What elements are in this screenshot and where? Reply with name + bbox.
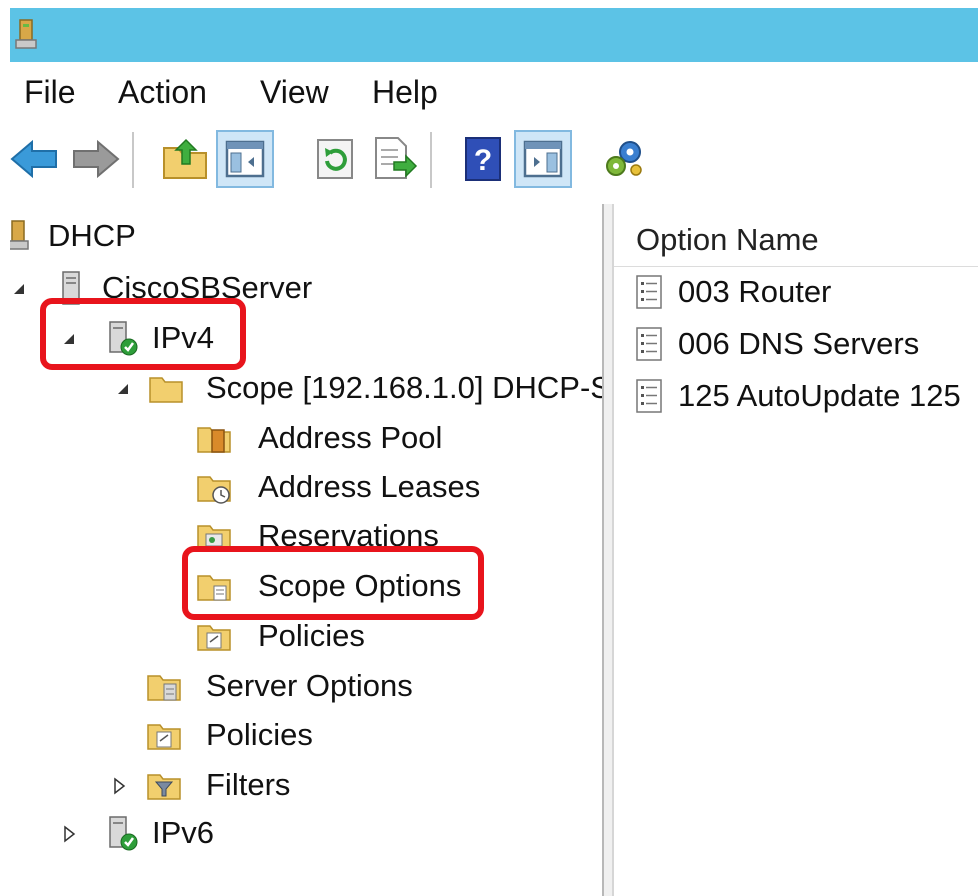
help-button[interactable]: ? <box>454 130 512 188</box>
pane-splitter[interactable] <box>602 204 614 896</box>
dhcp-app-icon[interactable] <box>12 18 42 52</box>
dhcp-root-icon <box>10 220 29 250</box>
column-header-label: Option Name <box>636 222 819 257</box>
option-icon <box>636 327 662 361</box>
details-list: Option Name 003 Router 006 DNS Servers 1… <box>614 204 978 896</box>
option-icon <box>636 379 662 413</box>
show-hide-console-tree-button[interactable] <box>216 130 274 188</box>
tree-node-policies[interactable]: Policies <box>146 713 406 757</box>
option-name: 125 AutoUpdate 125 <box>678 378 961 413</box>
expanded-arrow-icon[interactable] <box>114 380 132 398</box>
policies-icon <box>147 724 181 750</box>
toolbar: ? <box>10 120 978 200</box>
list-item[interactable]: 125 AutoUpdate 125 <box>614 370 978 420</box>
export-list-icon <box>375 137 418 179</box>
show-hide-action-pane-button[interactable] <box>514 130 572 188</box>
option-name: 003 Router <box>678 274 832 309</box>
highlight-box-scope-options <box>182 546 484 620</box>
menu-bar: File Action View Help <box>10 62 978 120</box>
console-tree: DHCP CiscoSBServer IPv4 Scope [192.168.1… <box>10 204 602 896</box>
back-arrow-icon <box>10 139 57 179</box>
tree-label-ipv6: IPv6 <box>152 815 215 850</box>
title-bar <box>10 8 978 62</box>
svg-text:?: ? <box>474 144 492 177</box>
list-item[interactable]: 006 DNS Servers <box>614 318 978 368</box>
tree-label-scope: Scope [192.168.1.0] DHCP-S <box>206 370 602 405</box>
server-options-icon <box>147 675 181 701</box>
export-list-button[interactable] <box>364 130 422 188</box>
up-one-level-button[interactable] <box>156 130 214 188</box>
policies-icon <box>197 625 231 651</box>
tree-node-filters[interactable]: Filters <box>110 763 370 807</box>
tree-label-policies: Policies <box>206 717 313 752</box>
option-icon <box>636 275 662 309</box>
ipv6-server-icon <box>109 816 138 851</box>
tree-node-ipv6[interactable]: IPv6 <box>60 811 280 855</box>
option-name: 006 DNS Servers <box>678 326 920 361</box>
toolbar-separator <box>132 132 134 188</box>
filters-icon <box>147 774 181 800</box>
menu-help[interactable]: Help <box>372 74 438 110</box>
folder-icon <box>149 377 183 403</box>
tree-node-scope[interactable]: Scope [192.168.1.0] DHCP-S <box>114 366 602 410</box>
tree-node-server-options[interactable]: Server Options <box>146 664 466 708</box>
tree-label-address-pool: Address Pool <box>258 420 443 455</box>
refresh-button[interactable] <box>306 130 364 188</box>
tree-label-dhcp: DHCP <box>48 218 136 253</box>
back-button[interactable] <box>6 130 64 188</box>
menu-file[interactable]: File <box>24 74 76 110</box>
run-wizard-button[interactable] <box>596 130 654 188</box>
help-icon: ? <box>465 137 501 181</box>
address-pool-icon <box>197 427 231 453</box>
column-header-option-name[interactable]: Option Name <box>614 212 978 267</box>
tree-node-address-pool[interactable]: Address Pool <box>196 416 496 460</box>
refresh-icon <box>317 139 353 179</box>
address-leases-icon <box>197 476 231 504</box>
list-item[interactable]: 003 Router <box>614 266 978 316</box>
menu-action[interactable]: Action <box>118 74 207 110</box>
console-tree-icon <box>225 140 265 178</box>
collapsed-arrow-icon[interactable] <box>110 777 128 795</box>
forward-arrow-icon <box>73 139 120 179</box>
tree-label-address-leases: Address Leases <box>258 469 481 504</box>
action-pane-icon <box>523 140 563 178</box>
tree-label-scope-policies: Policies <box>258 618 365 653</box>
tree-node-dhcp[interactable]: DHCP <box>10 214 210 258</box>
tree-node-address-leases[interactable]: Address Leases <box>196 465 496 509</box>
highlight-box-ipv4 <box>40 298 246 370</box>
up-folder-icon <box>163 138 207 179</box>
expanded-arrow-icon[interactable] <box>10 280 28 298</box>
gears-icon <box>606 141 642 176</box>
menu-view[interactable]: View <box>260 74 329 110</box>
forward-button[interactable] <box>66 130 124 188</box>
toolbar-separator <box>430 132 432 188</box>
collapsed-arrow-icon[interactable] <box>60 825 78 843</box>
tree-label-server-options: Server Options <box>206 668 413 703</box>
tree-node-scope-policies[interactable]: Policies <box>196 614 496 658</box>
tree-label-filters: Filters <box>206 767 291 802</box>
